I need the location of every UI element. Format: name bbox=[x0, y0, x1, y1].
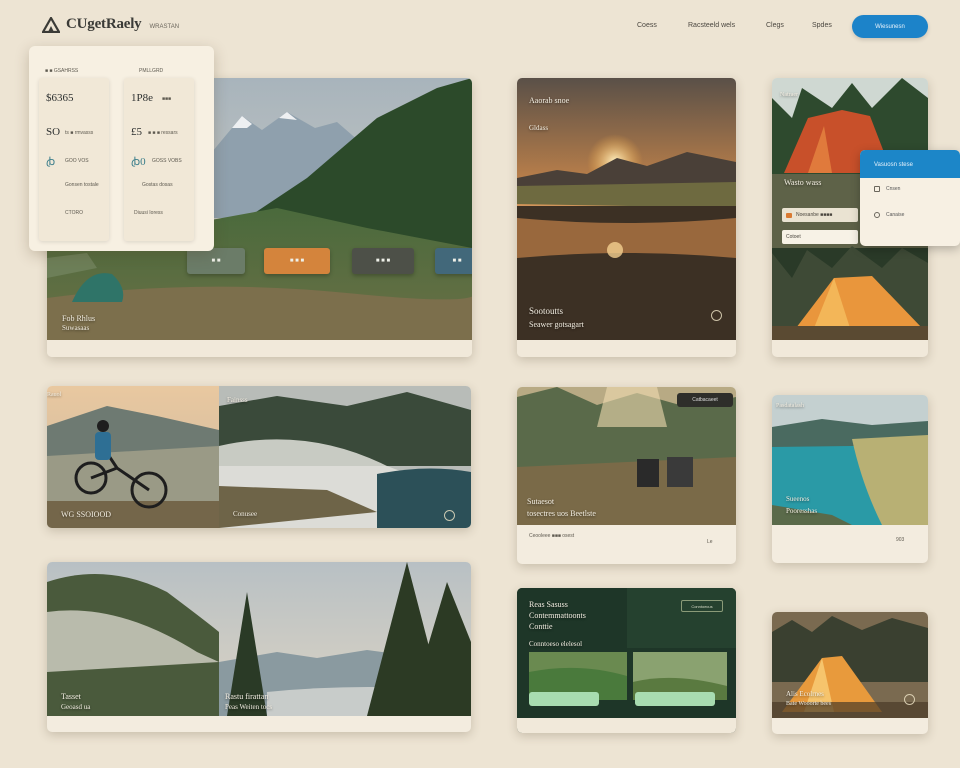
floating-panel[interactable]: Vasuosn stese Cnsen Canaise bbox=[860, 150, 960, 246]
stats-col1-head: ■ ■ GSAHRSS bbox=[45, 68, 79, 74]
bike-top-left: Rauol bbox=[47, 392, 62, 398]
nav-link-4[interactable]: Spdes bbox=[812, 22, 832, 29]
mountain-caption-2: Suwasaas bbox=[62, 324, 90, 332]
lake-footer-right: 903 bbox=[896, 537, 905, 543]
sunset-more-icon[interactable] bbox=[711, 310, 722, 321]
tent-card-caption: Wasto wass bbox=[784, 178, 822, 187]
small-tent-more-icon[interactable] bbox=[904, 694, 915, 705]
stat-value: SO bbox=[46, 126, 61, 138]
floating-panel-row-1[interactable]: Cnsen bbox=[874, 186, 900, 192]
nav-link-1[interactable]: Coess bbox=[637, 22, 657, 29]
brand-name: CUgetRaely bbox=[66, 16, 142, 32]
filter-button-3-label: ■ ■ ■ bbox=[375, 258, 391, 264]
nav-link-3[interactable]: Clegs bbox=[766, 22, 784, 29]
stat-label: GOO VOS bbox=[65, 158, 89, 164]
camp-footer-right: Le bbox=[707, 539, 713, 545]
tent-card-field-value[interactable]: Cotoet bbox=[782, 230, 858, 244]
camp-subtitle: tosectres uos Beetlste bbox=[527, 509, 596, 518]
bike-fog-card[interactable]: Rauol Fainsss WG SSOIOOD Conusee bbox=[47, 386, 471, 528]
nav-link-2[interactable]: Racsteeld wels bbox=[688, 22, 735, 29]
filter-button-1-label: ■ ■ bbox=[211, 258, 221, 264]
turquoise-lake-image bbox=[772, 395, 928, 525]
stat-value: 1P8e bbox=[131, 92, 153, 104]
tent-card-field[interactable]: Noesanbe ■■■■ bbox=[782, 208, 858, 222]
stat-label: Diuusi Ioress bbox=[134, 210, 163, 216]
forest-title-3: Conttie bbox=[529, 622, 553, 631]
small-tent-caption-1: Alis Ecolrnes bbox=[786, 690, 824, 698]
lake-card[interactable]: Pasdatalash Sueenos Pooresshas 903 bbox=[772, 395, 928, 563]
camp-badge[interactable]: Catbacaeet bbox=[677, 393, 733, 407]
filter-button-2[interactable]: ■ ■ ■ bbox=[264, 248, 330, 274]
forest-card[interactable]: Reas Sasuss Contemmattoonts Conttie Conn… bbox=[517, 588, 736, 733]
stat-value: ꞗ0 bbox=[131, 156, 146, 168]
bike-caption-left: WG SSOIOOD bbox=[61, 510, 111, 519]
checkbox-icon[interactable] bbox=[874, 186, 880, 192]
brand-tagline: WRASTAN bbox=[149, 23, 180, 30]
forest-title-2: Contemmattoonts bbox=[529, 611, 586, 620]
floating-panel-row-2[interactable]: Canaise bbox=[874, 212, 904, 218]
stat-label: ■■■ bbox=[162, 96, 172, 102]
wide-caption-mid-1: Rastu firattan bbox=[225, 692, 269, 701]
filter-button-4-label: ■ ■ bbox=[452, 258, 462, 264]
cta-button[interactable]: Wiesunesn bbox=[852, 15, 928, 38]
small-tent-card[interactable]: Alis Ecolrnes Bate Wooorte bees bbox=[772, 612, 928, 734]
stat-value: ꞗ bbox=[46, 156, 56, 168]
filter-button-4[interactable]: ■ ■ bbox=[435, 248, 472, 274]
stat-label: GOSS VOBS bbox=[152, 158, 182, 164]
wide-caption-left-1: Tasset bbox=[61, 692, 81, 701]
wide-caption-mid-2: Peas Weiten tocs bbox=[225, 703, 273, 711]
stat-value: £5 bbox=[131, 126, 142, 138]
stat-value: $6365 bbox=[46, 92, 74, 104]
forest-title-1: Reas Sasuss bbox=[529, 600, 568, 609]
sunset-bottom-line-2: Seawer gotsagart bbox=[529, 320, 584, 329]
camp-footer-left: Ceooleee ■■■ osest bbox=[529, 533, 575, 539]
stat-label: ts ■ rmvasss bbox=[65, 130, 94, 136]
filter-button-1[interactable]: ■ ■ bbox=[187, 248, 245, 274]
lake-caption-2: Pooresshas bbox=[786, 507, 818, 515]
bike-caption-mid: Conusee bbox=[233, 510, 258, 518]
stat-label: CTORO bbox=[65, 210, 83, 216]
floating-panel-row-2-label: Canaise bbox=[886, 212, 905, 218]
bike-top-mid: Fainsss bbox=[227, 396, 248, 404]
camp-card[interactable]: Catbacaeet Sutaesot tosectres uos Beetls… bbox=[517, 387, 736, 564]
lake-caption-1: Sueenos bbox=[786, 495, 810, 503]
mountain-logo-icon bbox=[42, 16, 60, 33]
sunset-top-line-1: Aaorab snoe bbox=[529, 96, 570, 105]
radio-icon[interactable] bbox=[874, 212, 880, 218]
misty-forest-card[interactable]: Tasset Geoasd ua Rastu firattan Peas Wei… bbox=[47, 562, 471, 732]
forest-button-2[interactable] bbox=[635, 692, 715, 706]
brand-logo[interactable]: CUgetRaely WRASTAN bbox=[42, 16, 179, 33]
forest-button-1[interactable] bbox=[529, 692, 599, 706]
wide-caption-left-2: Geoasd ua bbox=[61, 703, 91, 711]
filter-button-3[interactable]: ■ ■ ■ bbox=[352, 248, 414, 274]
floating-panel-title: Vasuosn stese bbox=[860, 150, 960, 178]
sunset-bottom-line-1: Sootoutts bbox=[529, 306, 564, 316]
sunset-lake-image bbox=[517, 78, 736, 340]
stats-column-2: 1P8e ■■■ £5 ■ ■ ■ ressars ꞗ0 GOSS VOBS G… bbox=[124, 78, 194, 241]
tent-icon bbox=[786, 212, 792, 218]
tent-card-title: Natraer bbox=[780, 92, 798, 98]
bike-fog-image bbox=[47, 386, 471, 528]
tent-card-field-label: Noesanbe ■■■■ bbox=[796, 212, 833, 218]
sunset-top-line-2: Gldass bbox=[529, 124, 549, 132]
mountain-caption-1: Fob Rhlus bbox=[62, 314, 96, 323]
stat-label: Gostas dosas bbox=[142, 182, 173, 188]
small-tent-caption-2: Bate Wooorte bees bbox=[786, 701, 832, 707]
floating-panel-row-1-label: Cnsen bbox=[886, 186, 901, 192]
lake-title: Pasdatalash bbox=[776, 403, 804, 409]
filter-button-2-label: ■ ■ ■ bbox=[289, 258, 305, 264]
forest-sub-label: Conntoeso elelesol bbox=[529, 640, 583, 648]
bike-more-icon[interactable] bbox=[444, 510, 455, 521]
stats-column-1: $6365 SO ts ■ rmvasss ꞗ GOO VOS Gonsen t… bbox=[39, 78, 109, 241]
camp-title: Sutaesot bbox=[527, 497, 555, 506]
stats-panel: ■ ■ GSAHRSS PMLLGRD $6365 SO ts ■ rmvass… bbox=[29, 46, 214, 251]
forest-badge[interactable]: Conntoecus bbox=[681, 600, 723, 612]
stat-label: Gonsen tostale bbox=[65, 182, 99, 188]
stat-label: ■ ■ ■ ressars bbox=[148, 130, 178, 136]
sunset-card[interactable]: Aaorab snoe Gldass Sootoutts Seawer gots… bbox=[517, 78, 736, 357]
stats-col2-head: PMLLGRD bbox=[139, 68, 164, 74]
